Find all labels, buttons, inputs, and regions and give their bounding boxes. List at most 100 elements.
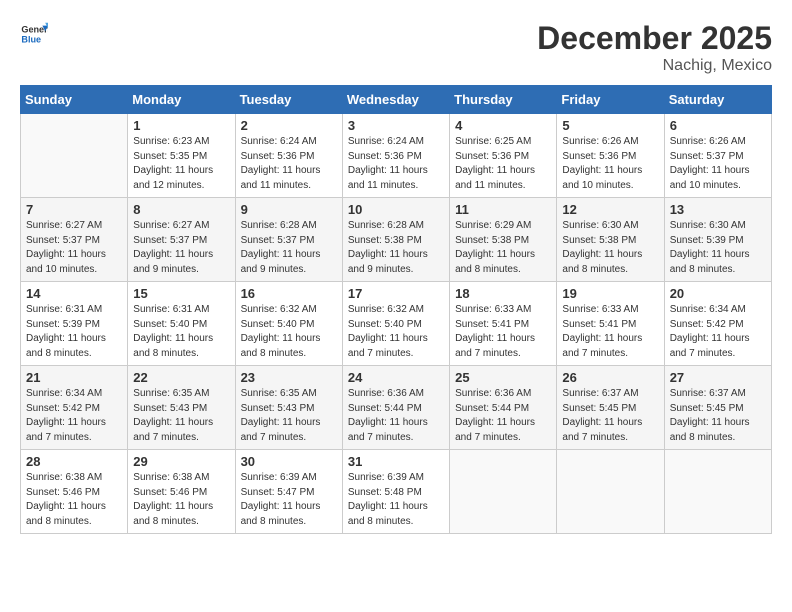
day-info: Sunrise: 6:26 AM Sunset: 5:37 PM Dayligh… [670, 135, 766, 193]
day-info: Sunrise: 6:37 AM Sunset: 5:45 PM Dayligh… [670, 387, 766, 445]
day-number: 27 [670, 370, 766, 385]
calendar-cell [557, 450, 664, 534]
calendar-cell: 15 Sunrise: 6:31 AM Sunset: 5:40 PM Dayli… [128, 282, 235, 366]
calendar-cell: 9 Sunrise: 6:28 AM Sunset: 5:37 PM Daylig… [235, 198, 342, 282]
day-number: 14 [26, 286, 122, 301]
day-number: 1 [133, 118, 229, 133]
day-info: Sunrise: 6:28 AM Sunset: 5:38 PM Dayligh… [348, 219, 444, 277]
day-info: Sunrise: 6:33 AM Sunset: 5:41 PM Dayligh… [455, 303, 551, 361]
logo: General Blue [20, 20, 48, 48]
calendar-cell: 25Sunrise: 6:36 AM Sunset: 5:44 PM Dayli… [450, 366, 557, 450]
calendar-cell: 1 Sunrise: 6:23 AM Sunset: 5:35 PM Daylig… [128, 114, 235, 198]
day-number: 8 [133, 202, 229, 217]
day-info: Sunrise: 6:38 AM Sunset: 5:46 PM Dayligh… [26, 471, 122, 529]
calendar-cell: 28 Sunrise: 6:38 AM Sunset: 5:46 PM Dayli… [21, 450, 128, 534]
day-info: Sunrise: 6:38 AM Sunset: 5:46 PM Dayligh… [133, 471, 229, 529]
column-header-sunday: Sunday [21, 86, 128, 114]
calendar-header-row: SundayMondayTuesdayWednesdayThursdayFrid… [21, 86, 772, 114]
day-info: Sunrise: 6:36 AM Sunset: 5:44 PM Dayligh… [348, 387, 444, 445]
day-number: 18 [455, 286, 551, 301]
column-header-saturday: Saturday [664, 86, 771, 114]
day-number: 5 [562, 118, 658, 133]
day-info: Sunrise: 6:27 AM Sunset: 5:37 PM Dayligh… [133, 219, 229, 277]
calendar-cell: 4 Sunrise: 6:25 AM Sunset: 5:36 PM Daylig… [450, 114, 557, 198]
day-info: Sunrise: 6:30 AM Sunset: 5:39 PM Dayligh… [670, 219, 766, 277]
calendar-cell: 12 Sunrise: 6:30 AM Sunset: 5:38 PM Dayli… [557, 198, 664, 282]
day-info: Sunrise: 6:26 AM Sunset: 5:36 PM Dayligh… [562, 135, 658, 193]
location: Nachig, Mexico [537, 57, 772, 75]
calendar-cell: 8 Sunrise: 6:27 AM Sunset: 5:37 PM Daylig… [128, 198, 235, 282]
column-header-friday: Friday [557, 86, 664, 114]
day-info: Sunrise: 6:24 AM Sunset: 5:36 PM Dayligh… [241, 135, 337, 193]
month-title: December 2025 [537, 20, 772, 57]
calendar-week-row: 7 Sunrise: 6:27 AM Sunset: 5:37 PM Daylig… [21, 198, 772, 282]
day-info: Sunrise: 6:35 AM Sunset: 5:43 PM Dayligh… [133, 387, 229, 445]
calendar-cell: 7 Sunrise: 6:27 AM Sunset: 5:37 PM Daylig… [21, 198, 128, 282]
calendar-cell: 19 Sunrise: 6:33 AM Sunset: 5:41 PM Dayli… [557, 282, 664, 366]
calendar-week-row: 28 Sunrise: 6:38 AM Sunset: 5:46 PM Dayli… [21, 450, 772, 534]
day-info: Sunrise: 6:28 AM Sunset: 5:37 PM Dayligh… [241, 219, 337, 277]
day-info: Sunrise: 6:29 AM Sunset: 5:38 PM Dayligh… [455, 219, 551, 277]
calendar-cell: 21 Sunrise: 6:34 AM Sunset: 5:42 PM Dayli… [21, 366, 128, 450]
title-block: December 2025 Nachig, Mexico [537, 20, 772, 75]
calendar-cell: 26Sunrise: 6:37 AM Sunset: 5:45 PM Dayli… [557, 366, 664, 450]
calendar-cell: 6Sunrise: 6:26 AM Sunset: 5:37 PM Daylig… [664, 114, 771, 198]
calendar-week-row: 21 Sunrise: 6:34 AM Sunset: 5:42 PM Dayli… [21, 366, 772, 450]
day-info: Sunrise: 6:30 AM Sunset: 5:38 PM Dayligh… [562, 219, 658, 277]
day-info: Sunrise: 6:34 AM Sunset: 5:42 PM Dayligh… [26, 387, 122, 445]
day-number: 9 [241, 202, 337, 217]
day-info: Sunrise: 6:32 AM Sunset: 5:40 PM Dayligh… [348, 303, 444, 361]
calendar-cell: 29Sunrise: 6:38 AM Sunset: 5:46 PM Dayli… [128, 450, 235, 534]
day-info: Sunrise: 6:24 AM Sunset: 5:36 PM Dayligh… [348, 135, 444, 193]
day-number: 23 [241, 370, 337, 385]
day-number: 7 [26, 202, 122, 217]
day-number: 17 [348, 286, 444, 301]
day-info: Sunrise: 6:27 AM Sunset: 5:37 PM Dayligh… [26, 219, 122, 277]
column-header-thursday: Thursday [450, 86, 557, 114]
day-number: 25 [455, 370, 551, 385]
calendar-cell: 18 Sunrise: 6:33 AM Sunset: 5:41 PM Dayli… [450, 282, 557, 366]
day-info: Sunrise: 6:35 AM Sunset: 5:43 PM Dayligh… [241, 387, 337, 445]
day-number: 16 [241, 286, 337, 301]
calendar-cell: 23 Sunrise: 6:35 AM Sunset: 5:43 PM Dayli… [235, 366, 342, 450]
day-number: 11 [455, 202, 551, 217]
calendar-cell [664, 450, 771, 534]
logo-icon: General Blue [20, 20, 48, 48]
day-number: 28 [26, 454, 122, 469]
calendar-cell [450, 450, 557, 534]
day-info: Sunrise: 6:32 AM Sunset: 5:40 PM Dayligh… [241, 303, 337, 361]
calendar-cell: 14 Sunrise: 6:31 AM Sunset: 5:39 PM Dayli… [21, 282, 128, 366]
day-number: 24 [348, 370, 444, 385]
calendar-cell: 10Sunrise: 6:28 AM Sunset: 5:38 PM Dayli… [342, 198, 449, 282]
day-number: 12 [562, 202, 658, 217]
day-info: Sunrise: 6:31 AM Sunset: 5:39 PM Dayligh… [26, 303, 122, 361]
day-info: Sunrise: 6:23 AM Sunset: 5:35 PM Dayligh… [133, 135, 229, 193]
calendar-cell: 17 Sunrise: 6:32 AM Sunset: 5:40 PM Dayli… [342, 282, 449, 366]
day-info: Sunrise: 6:33 AM Sunset: 5:41 PM Dayligh… [562, 303, 658, 361]
calendar-cell: 20Sunrise: 6:34 AM Sunset: 5:42 PM Dayli… [664, 282, 771, 366]
day-number: 26 [562, 370, 658, 385]
day-number: 19 [562, 286, 658, 301]
calendar-cell: 3Sunrise: 6:24 AM Sunset: 5:36 PM Daylig… [342, 114, 449, 198]
calendar-table: SundayMondayTuesdayWednesdayThursdayFrid… [20, 85, 772, 534]
day-number: 2 [241, 118, 337, 133]
day-number: 15 [133, 286, 229, 301]
calendar-cell: 5 Sunrise: 6:26 AM Sunset: 5:36 PM Daylig… [557, 114, 664, 198]
day-info: Sunrise: 6:31 AM Sunset: 5:40 PM Dayligh… [133, 303, 229, 361]
day-info: Sunrise: 6:25 AM Sunset: 5:36 PM Dayligh… [455, 135, 551, 193]
day-number: 21 [26, 370, 122, 385]
column-header-wednesday: Wednesday [342, 86, 449, 114]
day-number: 13 [670, 202, 766, 217]
calendar-cell: 22 Sunrise: 6:35 AM Sunset: 5:43 PM Dayli… [128, 366, 235, 450]
column-header-tuesday: Tuesday [235, 86, 342, 114]
calendar-cell: 27 Sunrise: 6:37 AM Sunset: 5:45 PM Dayli… [664, 366, 771, 450]
column-header-monday: Monday [128, 86, 235, 114]
calendar-cell: 13 Sunrise: 6:30 AM Sunset: 5:39 PM Dayli… [664, 198, 771, 282]
day-number: 22 [133, 370, 229, 385]
calendar-cell: 24 Sunrise: 6:36 AM Sunset: 5:44 PM Dayli… [342, 366, 449, 450]
calendar-cell: 16 Sunrise: 6:32 AM Sunset: 5:40 PM Dayli… [235, 282, 342, 366]
day-number: 30 [241, 454, 337, 469]
day-number: 20 [670, 286, 766, 301]
day-info: Sunrise: 6:39 AM Sunset: 5:47 PM Dayligh… [241, 471, 337, 529]
day-number: 4 [455, 118, 551, 133]
